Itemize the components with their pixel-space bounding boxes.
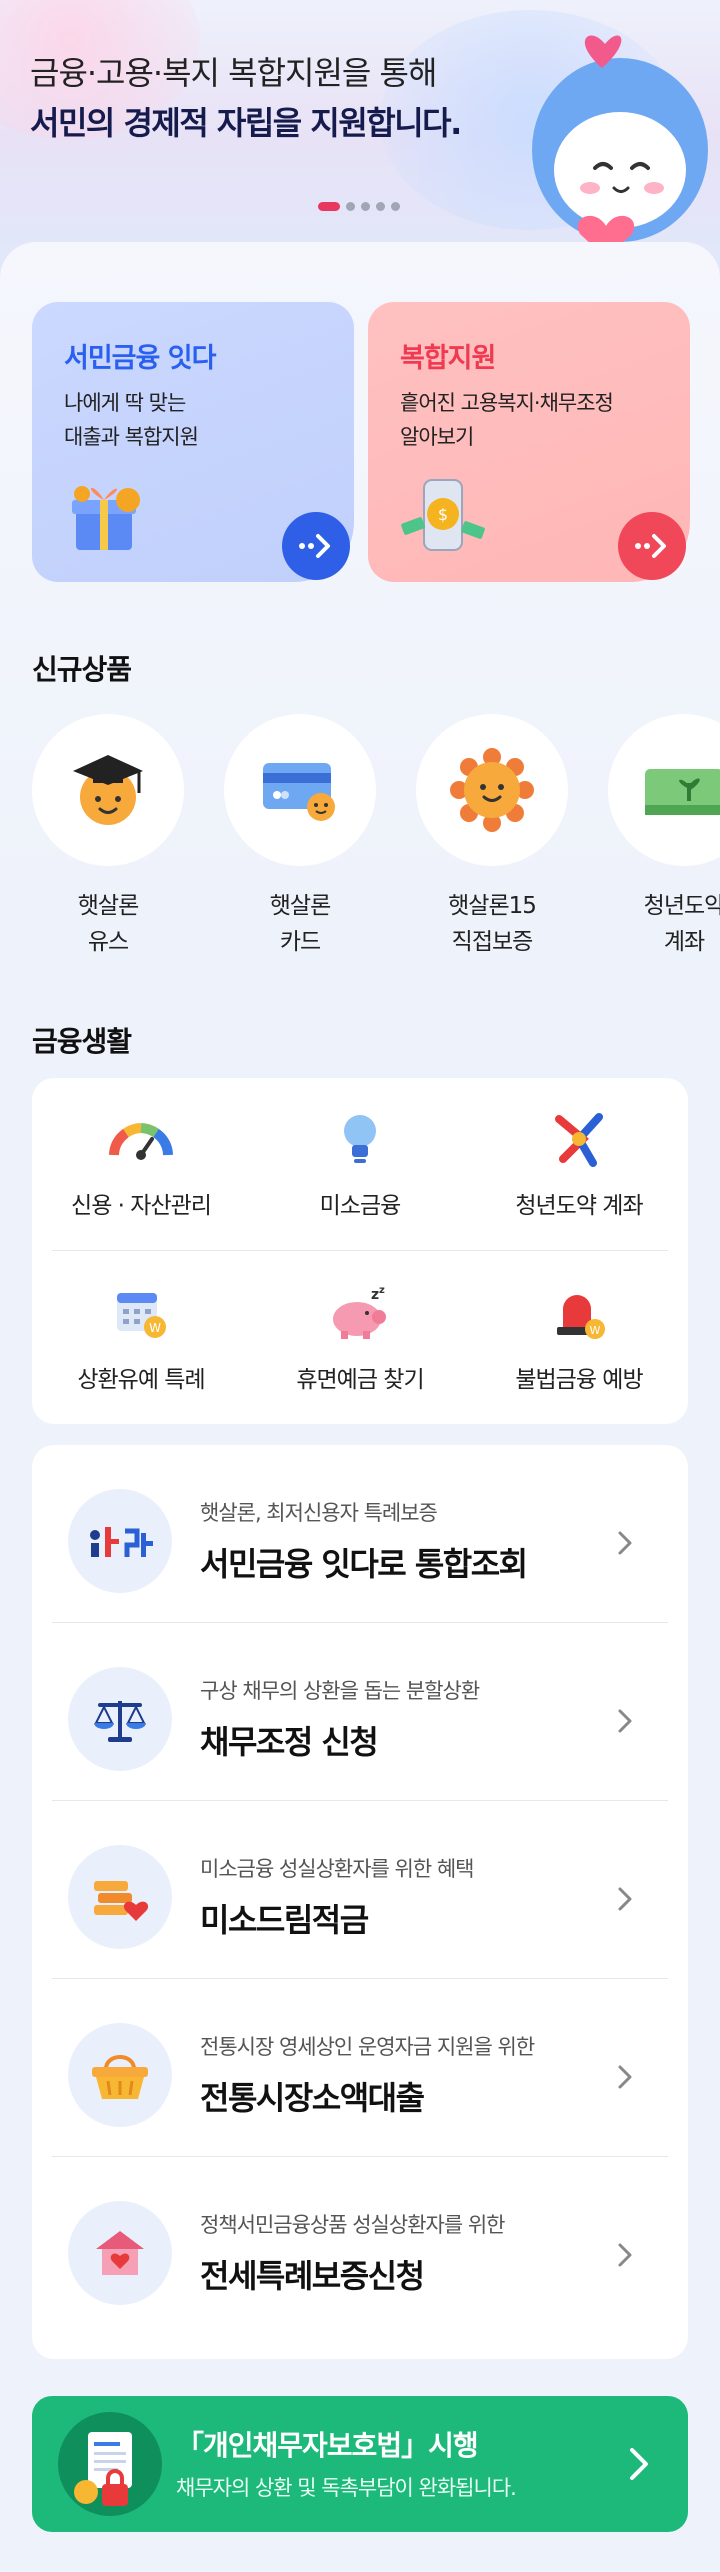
- arrow-right-icon: [299, 534, 330, 558]
- list-item-itda-integrated-inquiry[interactable]: 햇살론, 최저신용자 특례보증 서민금융 잇다로 통합조회: [52, 1445, 668, 1623]
- promo-itda-arrow-button[interactable]: [282, 512, 350, 580]
- promo-card-title: 복합지원: [400, 343, 496, 374]
- hero-title: 서민의 경제적 자립을 지원합니다.: [30, 104, 462, 142]
- pagination-dot-active[interactable]: [318, 202, 340, 211]
- menu-label: 휴면예금 찾기: [296, 1367, 424, 1393]
- scale-icon: [94, 1701, 146, 1742]
- pagination-dot[interactable]: [376, 202, 385, 211]
- house-heart-icon: [96, 2231, 144, 2275]
- chevron-right-icon: [618, 2065, 632, 2089]
- product-sunshine15[interactable]: 햇살론15 직접보증: [416, 714, 568, 960]
- svg-text:W: W: [149, 1321, 161, 1335]
- menu-credit-asset[interactable]: 신용 · 자산관리: [32, 1104, 250, 1220]
- lightbulb-icon: [344, 1115, 376, 1163]
- list-item-traditional-market-loan[interactable]: 전통시장 영세상인 운영자금 지원을 위한 전통시장소액대출: [52, 1979, 668, 2157]
- list-item-subtitle: 햇살론, 최저신용자 특례보증: [200, 1501, 438, 1525]
- service-list: 햇살론, 최저신용자 특례보증 서민금융 잇다로 통합조회 구상 채무의 상환을…: [32, 1445, 688, 2359]
- menu-microfinance[interactable]: 미소금융: [251, 1104, 469, 1220]
- calendar-icon: W: [117, 1293, 166, 1338]
- itda-logo-icon: [90, 1527, 153, 1557]
- new-products-title: 신규상품: [32, 653, 132, 686]
- list-item-misodream-savings[interactable]: 미소금융 성실상환자를 위한 혜택 미소드림적금: [52, 1801, 668, 1979]
- promo-card-desc: 나에게 딱 맞는 대출과 복합지원: [64, 391, 199, 449]
- promo-complex-arrow-button[interactable]: [618, 512, 686, 580]
- promo-card-title: 서민금융 잇다: [64, 343, 216, 374]
- svg-text:z: z: [371, 1287, 379, 1303]
- pagination-dot[interactable]: [346, 202, 355, 211]
- list-item-title: 전통시장소액대출: [200, 2079, 425, 2117]
- banner-title: 「개인채무자보호법」시행: [176, 2429, 479, 2462]
- menu-illegal-finance-prevention[interactable]: W 불법금융 예방: [470, 1278, 688, 1394]
- sprout-icon: [645, 769, 720, 815]
- list-item-subtitle: 미소금융 성실상환자를 위한 혜택: [200, 1857, 475, 1881]
- list-item-subtitle: 전통시장 영세상인 운영자금 지원을 위한: [200, 2035, 535, 2059]
- star-figure-icon: [555, 1113, 603, 1167]
- list-item-debt-adjustment[interactable]: 구상 채무의 상환을 돕는 분할상환 채무조정 신청: [52, 1623, 668, 1801]
- list-item-subtitle: 구상 채무의 상환을 돕는 분할상환: [200, 1679, 480, 1703]
- chevron-right-icon: [630, 2448, 648, 2480]
- graduation-sun-icon: [73, 755, 143, 825]
- finance-life-grid: 신용 · 자산관리 미소금융 청년도약 계좌 W 상환유예 특례 z z 휴면예…: [32, 1078, 688, 1424]
- sun-icon: [450, 748, 534, 832]
- svg-text:W: W: [590, 1324, 601, 1337]
- banner-description: 채무자의 상환 및 독촉부담이 완화됩니다.: [176, 2476, 517, 2500]
- svg-text:$: $: [438, 505, 448, 524]
- menu-youth-leap-account[interactable]: 청년도약 계좌: [470, 1104, 688, 1220]
- pagination-dot[interactable]: [361, 202, 370, 211]
- menu-dormant-deposit[interactable]: z z 휴면예금 찾기: [251, 1278, 469, 1394]
- chevron-right-icon: [618, 2243, 632, 2267]
- product-sunshine-youth[interactable]: 햇살론 유스: [32, 714, 184, 960]
- chevron-right-icon: [618, 1531, 632, 1555]
- piggy-bank-icon: z z: [333, 1285, 386, 1339]
- list-item-title: 전세특례보증신청: [200, 2257, 425, 2295]
- hero-subtitle: 금융·고용·복지 복합지원을 통해: [30, 54, 437, 92]
- chevron-right-icon: [618, 1887, 632, 1911]
- gift-box-icon: [72, 486, 140, 550]
- mascot-illustration: [532, 35, 708, 258]
- list-item-subtitle: 정책서민금융상품 성실상환자를 위한: [200, 2213, 505, 2237]
- menu-label: 미소금융: [319, 1193, 402, 1219]
- chevron-right-icon: [618, 1709, 632, 1733]
- arrow-right-icon: [635, 534, 666, 558]
- list-item-title: 채무조정 신청: [200, 1723, 379, 1761]
- promo-card-desc: 흩어진 고용복지·채무조정 알아보기: [400, 391, 614, 449]
- product-label: 햇살론 유스: [77, 893, 139, 955]
- product-sunshine-card[interactable]: 햇살론 카드: [224, 714, 376, 960]
- menu-label: 신용 · 자산관리: [71, 1193, 212, 1219]
- debtor-protection-banner[interactable]: 「개인채무자보호법」시행 채무자의 상환 및 독촉부담이 완화됩니다.: [32, 2396, 688, 2532]
- finance-life-title: 금융생활: [32, 1025, 132, 1058]
- gauge-icon: [109, 1123, 173, 1160]
- grid-divider: [52, 1250, 668, 1251]
- carousel-pagination[interactable]: [318, 202, 400, 211]
- basket-icon: [92, 2055, 148, 2099]
- menu-label: 상환유예 특례: [77, 1367, 205, 1393]
- document-lock-icon: [74, 2432, 132, 2506]
- menu-label: 청년도약 계좌: [515, 1193, 643, 1219]
- list-item-jeonse-special-guarantee[interactable]: 정책서민금융상품 성실상환자를 위한 전세특례보증신청: [52, 2157, 668, 2335]
- product-label: 햇살론15 직접보증: [448, 893, 537, 955]
- siren-icon: W: [557, 1295, 605, 1339]
- phone-coin-icon: $: [401, 479, 485, 551]
- menu-label: 불법금융 예방: [515, 1367, 643, 1393]
- product-label: 햇살론 카드: [269, 893, 331, 955]
- list-item-title: 미소드림적금: [200, 1901, 369, 1939]
- coins-heart-icon: [94, 1881, 149, 1921]
- card-icon: [263, 763, 335, 821]
- product-label: 청년도약 계좌: [643, 893, 720, 955]
- list-item-title: 서민금융 잇다로 통합조회: [200, 1545, 528, 1583]
- product-youth-leap-account[interactable]: 청년도약 계좌: [608, 714, 720, 960]
- svg-text:z: z: [379, 1285, 385, 1296]
- menu-repayment-deferral[interactable]: W 상환유예 특례: [32, 1278, 250, 1394]
- pagination-dot[interactable]: [391, 202, 400, 211]
